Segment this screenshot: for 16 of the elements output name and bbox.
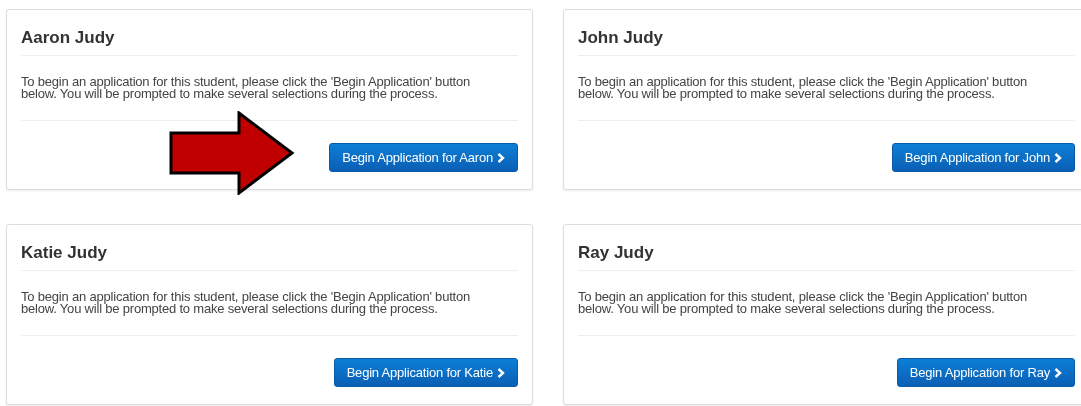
student-name: Katie Judy [21,243,107,262]
student-name: John Judy [578,28,663,47]
instructions-text: To begin an application for this student, please click the 'Begin Application' button below. You will be prompted to make several selections during the process. [21,291,472,315]
begin-application-button[interactable]: Begin Application for Ray [896,358,1075,387]
chevron-right-icon [1054,367,1062,378]
begin-application-button[interactable]: Begin Application for Aaron [329,143,518,172]
chevron-right-icon [497,152,505,163]
chevron-right-icon [497,367,505,378]
begin-application-button[interactable]: Begin Application for Katie [333,358,518,387]
instructions-text: To begin an application for this student, please click the 'Begin Application' button below. You will be prompted to make several selections during the process. [21,76,472,100]
student-name: Ray Judy [578,243,654,262]
instructions-text: To begin an application for this student, please click the 'Begin Application' button below. You will be prompted to make several selections during the process. [578,76,1029,100]
instructions-text: To begin an application for this student, please click the 'Begin Application' button below. You will be prompted to make several selections during the process. [578,291,1029,315]
chevron-right-icon [1054,152,1062,163]
begin-application-button[interactable]: Begin Application for John [891,143,1075,172]
student-name: Aaron Judy [21,28,115,47]
